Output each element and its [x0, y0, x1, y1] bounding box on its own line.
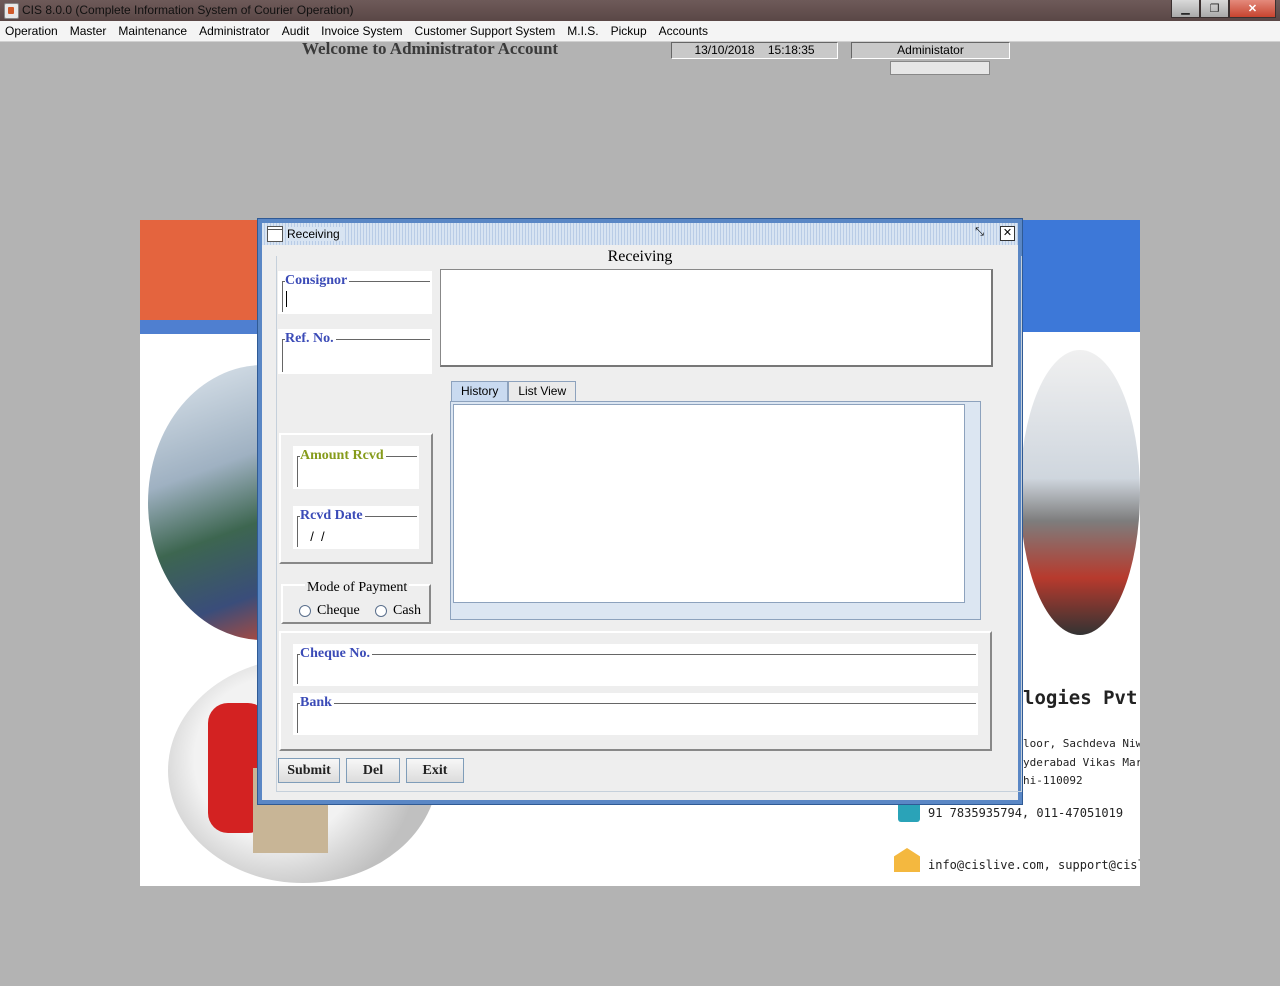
group-line-left: [297, 703, 298, 733]
group-line-left: [297, 456, 298, 487]
mail-icon: [894, 848, 920, 872]
receiving-window-title: Receiving: [287, 227, 344, 241]
group-line-left: [282, 339, 283, 372]
bank-field[interactable]: Bank: [293, 693, 978, 735]
email-addresses: info@cislive.com, support@cislive.com: [928, 858, 1140, 872]
amount-date-panel: Amount Rcvd Rcvd Date / /: [279, 433, 433, 564]
restore-icon[interactable]: ⤡: [973, 226, 986, 239]
window-document-icon: [267, 226, 283, 242]
group-line-left: [282, 281, 283, 312]
receiving-window: Receiving ⤡ ✕ Receiving Consignor Ref. N…: [257, 218, 1023, 805]
menu-invoice-system[interactable]: Invoice System: [315, 24, 408, 38]
time-text: 15:18:35: [767, 43, 815, 57]
menu-maintenance[interactable]: Maintenance: [112, 24, 193, 38]
group-line-left: [297, 654, 298, 684]
window-title-bar: CIS 8.0.0 (Complete Information System o…: [0, 0, 1280, 21]
address-line-3: hi-110092: [1023, 774, 1083, 787]
user-display: Administator: [851, 42, 1010, 59]
menu-master[interactable]: Master: [64, 24, 113, 38]
java-app-icon: [4, 3, 19, 19]
receiving-title-bar[interactable]: Receiving ⤡ ✕: [262, 223, 1018, 245]
del-button[interactable]: Del: [346, 758, 400, 783]
banner-blue-shape: [1022, 220, 1140, 332]
radio-circle-icon: [375, 605, 387, 617]
rcvd-date-value: / /: [303, 529, 325, 544]
amount-rcvd-label: Amount Rcvd: [300, 448, 386, 464]
history-tabs: History List View: [451, 381, 577, 402]
payment-cheque-label: Cheque: [317, 603, 360, 618]
consignor-field[interactable]: Consignor: [278, 271, 432, 314]
payment-cheque-radio[interactable]: Cheque: [299, 603, 360, 619]
cheque-bank-panel: Cheque No. Bank: [279, 631, 992, 751]
menu-administrator[interactable]: Administrator: [193, 24, 276, 38]
phone-icon: [898, 802, 920, 822]
group-line-left: [297, 516, 298, 547]
menu-audit[interactable]: Audit: [276, 24, 315, 38]
cheque-no-label: Cheque No.: [300, 646, 373, 662]
tab-history[interactable]: History: [451, 381, 509, 402]
group-line: [297, 703, 976, 704]
mode-of-payment-group: Mode of Payment Cheque Cash: [281, 580, 431, 624]
menu-mis[interactable]: M.I.S.: [561, 24, 604, 38]
tab-list-view[interactable]: List View: [508, 381, 577, 401]
user-subfield: [890, 61, 990, 75]
maximize-button[interactable]: ❐: [1200, 0, 1229, 18]
minimize-button[interactable]: ▁: [1171, 0, 1200, 18]
menu-customer-support-system[interactable]: Customer Support System: [409, 24, 562, 38]
bank-label: Bank: [300, 695, 334, 711]
consignor-label: Consignor: [285, 273, 350, 289]
radio-circle-icon: [299, 605, 311, 617]
datetime-display: 13/10/2018 15:18:35: [671, 42, 838, 59]
close-icon[interactable]: ✕: [1000, 226, 1015, 241]
history-panel: [450, 401, 981, 620]
rcvd-date-field[interactable]: Rcvd Date / /: [293, 506, 419, 549]
menu-operation[interactable]: Operation: [0, 24, 64, 38]
ref-no-field[interactable]: Ref. No.: [278, 329, 432, 374]
exit-button[interactable]: Exit: [406, 758, 464, 783]
group-line: [297, 654, 976, 655]
address-line-1: loor, Sachdeva Niwas: [1023, 737, 1140, 750]
cheque-no-field[interactable]: Cheque No.: [293, 644, 978, 686]
address-line-2: yderabad Vikas Marg,: [1023, 756, 1140, 769]
welcome-heading: Welcome to Administrator Account: [302, 39, 559, 58]
close-button[interactable]: ✕: [1229, 0, 1276, 18]
menu-bar: Operation Master Maintenance Administrat…: [0, 21, 1280, 42]
submit-button[interactable]: Submit: [278, 758, 340, 783]
date-text: 13/10/2018: [694, 43, 755, 57]
globe-ship-image: [1020, 350, 1140, 635]
consignor-details-textarea[interactable]: [440, 269, 993, 367]
payment-cash-radio[interactable]: Cash: [375, 603, 421, 619]
rcvd-date-label: Rcvd Date: [300, 508, 365, 524]
menu-accounts[interactable]: Accounts: [653, 24, 714, 38]
history-list[interactable]: [453, 404, 965, 603]
phone-numbers: 91 7835935794, 011-47051019: [928, 806, 1124, 820]
ref-no-label: Ref. No.: [285, 331, 336, 347]
window-controls: ▁ ❐ ✕: [1171, 0, 1276, 18]
receiving-heading: Receiving: [607, 248, 673, 265]
window-title: CIS 8.0.0 (Complete Information System o…: [22, 3, 354, 17]
company-name: logies Pvt Ltd: [1023, 687, 1140, 709]
menu-pickup[interactable]: Pickup: [605, 24, 653, 38]
payment-cash-label: Cash: [393, 603, 421, 618]
mode-of-payment-label: Mode of Payment: [305, 580, 410, 596]
receiving-form: Receiving Consignor Ref. No. Amount Rcvd: [262, 245, 1022, 800]
amount-rcvd-field[interactable]: Amount Rcvd: [293, 446, 419, 489]
text-cursor: [286, 291, 287, 307]
